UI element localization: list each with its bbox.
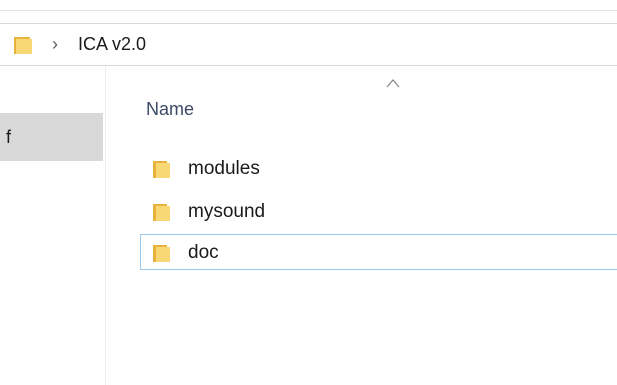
breadcrumb-current-folder[interactable]: ICA v2.0	[78, 33, 146, 55]
file-name: modules	[188, 158, 260, 179]
divider	[0, 10, 617, 11]
folder-icon	[14, 37, 32, 54]
navigation-pane: f	[0, 66, 106, 385]
list-item-mysound[interactable]: mysound	[140, 193, 617, 229]
list-item-modules[interactable]: modules	[140, 150, 617, 186]
file-explorer-window: › ICA v2.0 f Name modules mysound doc	[0, 0, 617, 385]
file-list-pane: Name modules mysound doc	[106, 66, 617, 385]
folder-icon	[153, 204, 170, 221]
nav-item-selected[interactable]: f	[0, 113, 103, 161]
folder-icon	[153, 161, 170, 178]
list-item-doc[interactable]: doc	[140, 234, 617, 270]
folder-icon	[153, 245, 170, 262]
title-bar-remnant	[0, 0, 617, 10]
address-bar[interactable]: › ICA v2.0	[0, 24, 617, 66]
file-name: doc	[188, 242, 219, 263]
chevron-right-icon[interactable]: ›	[52, 33, 58, 55]
column-header-name[interactable]: Name	[146, 98, 194, 120]
file-name: mysound	[188, 201, 266, 222]
sort-ascending-icon	[386, 79, 400, 88]
nav-item-label: f	[6, 127, 12, 147]
